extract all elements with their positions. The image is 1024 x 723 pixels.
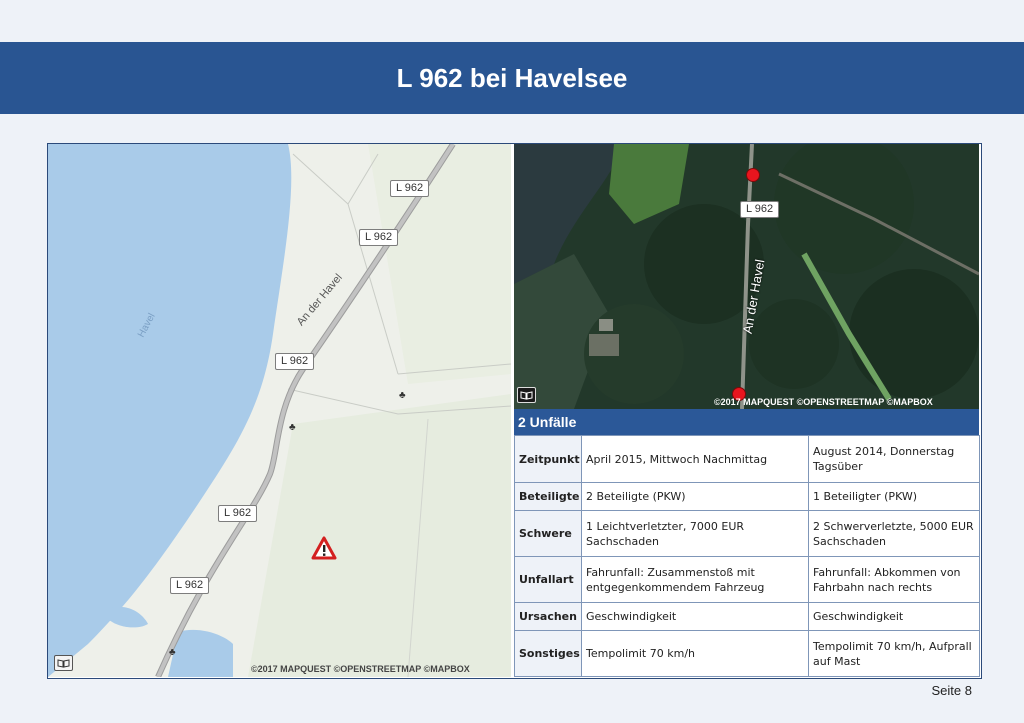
accident-2-cell: Tempolimit 70 km/h, Aufprall auf Mast — [808, 630, 980, 677]
table-row: Zeitpunkt April 2015, Mittwoch Nachmittag… — [514, 435, 980, 483]
accident-1-cell: Tempolimit 70 km/h — [581, 630, 809, 677]
accident-2-cell: 1 Beteiligter (PKW) — [808, 482, 980, 511]
tree-icon: ♣ — [399, 390, 406, 401]
accident-table-panel: 2 Unfälle Zeitpunkt April 2015, Mittwoch … — [514, 409, 980, 677]
accident-1-cell: Geschwindigkeit — [581, 602, 809, 631]
map-attribution: ©2017 MAPQUEST ©OPENSTREETMAP ©MAPBOX — [251, 664, 470, 674]
tree-icon: ♣ — [169, 647, 176, 658]
accident-table: Zeitpunkt April 2015, Mittwoch Nachmittag… — [514, 435, 980, 677]
accident-2-cell: Fahrunfall: Abkommen von Fahrbahn nach r… — [808, 556, 980, 603]
map-attribution: ©2017 MAPQUEST ©OPENSTREETMAP ©MAPBOX — [714, 397, 933, 407]
row-header: Schwere — [514, 510, 582, 557]
slide-title: L 962 bei Havelsee — [396, 62, 628, 93]
accident-2-cell: August 2014, Donnerstag Tagsüber — [808, 435, 980, 483]
road-label-l962: L 962 — [359, 229, 399, 246]
street-map-canvas — [48, 144, 511, 677]
accident-1-cell: 2 Beteiligte (PKW) — [581, 482, 809, 511]
road-label-l962: L 962 — [170, 577, 210, 594]
satellite-map[interactable]: L 962 An der Havel ©2017 MAPQUEST ©OPENS… — [514, 144, 979, 409]
accident-1-cell: 1 Leichtverletzter, 7000 EUR Sachschaden — [581, 510, 809, 557]
road-label-l962: L 962 — [390, 180, 430, 197]
map-book-icon[interactable] — [54, 655, 73, 671]
road-label-l962: L 962 — [275, 353, 315, 370]
satellite-map-canvas — [514, 144, 979, 409]
table-row: Schwere 1 Leichtverletzter, 7000 EUR Sach… — [514, 510, 980, 557]
row-header: Unfallart — [514, 556, 582, 603]
title-bar: L 962 bei Havelsee — [0, 42, 1024, 114]
street-map[interactable]: L 962 L 962 L 962 L 962 L 962 An der Hav… — [48, 144, 511, 677]
table-row: Beteiligte 2 Beteiligte (PKW) 1 Beteiligte… — [514, 482, 980, 511]
page-number: Seite 8 — [931, 683, 972, 698]
road-label-l962: L 962 — [218, 505, 258, 522]
accident-marker[interactable] — [746, 168, 760, 182]
warning-triangle-icon[interactable] — [311, 536, 337, 560]
map-book-icon[interactable] — [517, 387, 536, 403]
accident-2-cell: 2 Schwerverletzte, 5000 EUR Sachschaden — [808, 510, 980, 557]
table-row: Unfallart Fahrunfall: Zusammenstoß mit en… — [514, 556, 980, 603]
accident-2-cell: Geschwindigkeit — [808, 602, 980, 631]
row-header: Beteiligte — [514, 482, 582, 511]
row-header: Zeitpunkt — [514, 435, 582, 483]
accident-1-cell: Fahrunfall: Zusammenstoß mit entgegenkom… — [581, 556, 809, 603]
row-header: Ursachen — [514, 602, 582, 631]
tree-icon: ♣ — [289, 422, 296, 433]
table-row: Sonstiges Tempolimit 70 km/h Tempolimit 70… — [514, 630, 980, 677]
accident-1-cell: April 2015, Mittwoch Nachmittag — [581, 435, 809, 483]
accident-count-header: 2 Unfälle — [514, 409, 979, 435]
row-header: Sonstiges — [514, 630, 582, 677]
table-row: Ursachen Geschwindigkeit Geschwindigkeit — [514, 602, 980, 631]
road-label-l962: L 962 — [740, 201, 780, 218]
